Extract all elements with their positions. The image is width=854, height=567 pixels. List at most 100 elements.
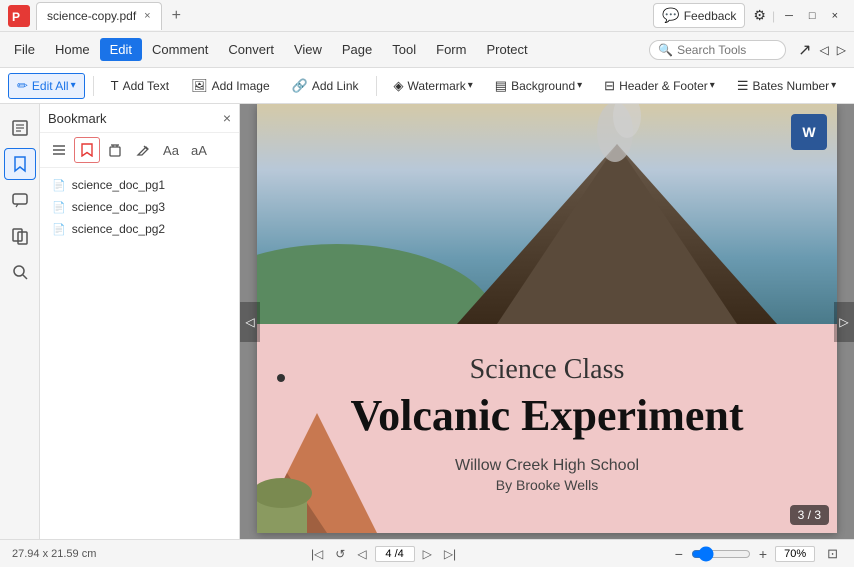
sidebar-icon-pages2[interactable] bbox=[4, 220, 36, 252]
add-tab-button[interactable]: + bbox=[166, 7, 187, 25]
bookmark-item[interactable]: 📄 science_doc_pg1 bbox=[40, 174, 239, 196]
bates-label: Bates Number bbox=[752, 79, 829, 93]
menu-item-form[interactable]: Form bbox=[426, 38, 476, 61]
menu-item-page[interactable]: Page bbox=[332, 38, 382, 61]
menu-item-home[interactable]: Home bbox=[45, 38, 100, 61]
menu-item-tool[interactable]: Tool bbox=[382, 38, 426, 61]
sidebar-icon-comments[interactable] bbox=[4, 184, 36, 216]
bookmark-item[interactable]: 📄 science_doc_pg3 bbox=[40, 196, 239, 218]
pdf-text-section: Science Class Volcanic Experiment Willow… bbox=[257, 324, 837, 533]
pdf-cover-image: W bbox=[257, 104, 837, 324]
separator: | bbox=[770, 9, 777, 23]
menu-item-view[interactable]: View bbox=[284, 38, 332, 61]
bookmark-toolbar: Aa aA bbox=[40, 133, 239, 168]
panel-collapse-button[interactable]: ◁ bbox=[240, 302, 260, 342]
last-page-button[interactable]: ▷| bbox=[440, 545, 460, 563]
settings-icon[interactable]: ⚙ bbox=[749, 7, 770, 24]
feedback-button[interactable]: 💬 Feedback bbox=[653, 3, 745, 28]
bookmark-item-icon: 📄 bbox=[52, 179, 66, 192]
status-bar: 27.94 x 21.59 cm |◁ ↺ ◁ ▷ ▷| − + ⊡ bbox=[0, 539, 854, 567]
bookmark-up-button[interactable]: Aa bbox=[158, 137, 184, 163]
menu-item-convert[interactable]: Convert bbox=[218, 38, 284, 61]
bookmark-item-label: science_doc_pg2 bbox=[72, 222, 165, 236]
toolbar-divider-2 bbox=[376, 76, 377, 96]
watermark-button[interactable]: ◈ Watermark ▾ bbox=[385, 73, 482, 99]
forward-button[interactable]: ▷ bbox=[833, 43, 850, 57]
add-text-label: Add Text bbox=[123, 79, 169, 93]
first-page-button[interactable]: |◁ bbox=[307, 545, 327, 563]
maximize-button[interactable]: □ bbox=[801, 10, 824, 22]
watermark-dropdown-icon: ▾ bbox=[468, 80, 473, 91]
background-button[interactable]: ▤ Background ▾ bbox=[486, 73, 591, 99]
bates-dropdown-icon: ▾ bbox=[831, 80, 836, 91]
menu-bar: File Home Edit Comment Convert View Page… bbox=[0, 32, 854, 68]
add-image-button[interactable]: 🖼 Add Image bbox=[182, 73, 279, 99]
edit-all-label: Edit All bbox=[32, 79, 69, 93]
watermark-label: Watermark bbox=[408, 79, 466, 93]
svg-text:P: P bbox=[12, 10, 20, 24]
back-button[interactable]: ◁ bbox=[816, 43, 833, 57]
toolbar-divider-1 bbox=[93, 76, 94, 96]
sidebar-icon-bookmarks[interactable] bbox=[4, 148, 36, 180]
prev-page-button[interactable]: ◁ bbox=[353, 545, 370, 563]
page-badge: 3 / 3 bbox=[790, 505, 829, 525]
header-footer-dropdown-icon: ▾ bbox=[710, 80, 715, 91]
next-page-button[interactable]: ▷ bbox=[419, 545, 436, 563]
sidebar-icon-pages[interactable] bbox=[4, 112, 36, 144]
header-footer-icon: ⊟ bbox=[604, 78, 615, 94]
word-icon: W bbox=[791, 114, 827, 150]
tab-close-button[interactable]: × bbox=[144, 10, 150, 22]
bookmark-item-icon: 📄 bbox=[52, 223, 66, 236]
tab-label: science-copy.pdf bbox=[47, 9, 136, 23]
bookmark-item[interactable]: 📄 science_doc_pg2 bbox=[40, 218, 239, 240]
menu-item-protect[interactable]: Protect bbox=[476, 38, 537, 61]
header-footer-button[interactable]: ⊟ Header & Footer ▾ bbox=[595, 73, 724, 99]
feedback-label: Feedback bbox=[684, 9, 737, 23]
zoom-out-button[interactable]: − bbox=[671, 544, 687, 564]
bookmark-title: Bookmark bbox=[48, 111, 107, 126]
bookmark-rename-button[interactable] bbox=[130, 137, 156, 163]
fullscreen-button[interactable]: ⊡ bbox=[823, 544, 842, 564]
bates-icon: ☰ bbox=[737, 78, 749, 94]
bookmark-header: Bookmark × bbox=[40, 104, 239, 133]
panel-expand-button[interactable]: ▷ bbox=[834, 302, 854, 342]
page-input[interactable] bbox=[375, 546, 415, 562]
pdf-page: W Science Class Volcanic Experiment Will… bbox=[257, 104, 837, 533]
bookmark-item-label: science_doc_pg1 bbox=[72, 178, 165, 192]
search-box[interactable]: 🔍 bbox=[649, 40, 786, 60]
main-content: Bookmark × Aa aA 📄 science_doc_pg1 bbox=[0, 104, 854, 539]
edit-all-dropdown-icon: ▾ bbox=[71, 80, 76, 91]
toolbar: ✏ Edit All ▾ T Add Text 🖼 Add Image 🔗 Ad… bbox=[0, 68, 854, 104]
share-button[interactable]: ↗ bbox=[794, 40, 815, 60]
close-button[interactable]: × bbox=[824, 10, 846, 22]
page-dimensions: 27.94 x 21.59 cm bbox=[12, 548, 96, 560]
bookmark-delete-button[interactable] bbox=[102, 137, 128, 163]
background-icon: ▤ bbox=[495, 78, 507, 94]
watermark-icon: ◈ bbox=[394, 78, 404, 94]
menu-item-file[interactable]: File bbox=[4, 38, 45, 61]
rotate-button[interactable]: ↺ bbox=[331, 545, 349, 563]
add-link-button[interactable]: 🔗 Add Link bbox=[283, 73, 368, 99]
pdf-tab[interactable]: science-copy.pdf × bbox=[36, 2, 162, 30]
zoom-input[interactable] bbox=[775, 546, 815, 562]
zoom-slider[interactable] bbox=[691, 546, 751, 562]
menu-item-edit[interactable]: Edit bbox=[100, 38, 142, 61]
bookmark-add-button[interactable] bbox=[74, 137, 100, 163]
search-input[interactable] bbox=[677, 43, 777, 57]
app-icon: P bbox=[8, 5, 30, 27]
menu-item-comment[interactable]: Comment bbox=[142, 38, 218, 61]
bookmark-close-button[interactable]: × bbox=[223, 110, 231, 126]
minimize-button[interactable]: ─ bbox=[777, 10, 801, 22]
sidebar-icon-search[interactable] bbox=[4, 256, 36, 288]
bookmark-text-button[interactable]: aA bbox=[186, 137, 212, 163]
bates-number-button[interactable]: ☰ Bates Number ▾ bbox=[728, 73, 845, 99]
bookmark-menu-button[interactable] bbox=[46, 137, 72, 163]
bookmark-panel: Bookmark × Aa aA 📄 science_doc_pg1 bbox=[40, 104, 240, 539]
add-link-label: Add Link bbox=[312, 79, 359, 93]
bookmark-item-label: science_doc_pg3 bbox=[72, 200, 165, 214]
add-text-button[interactable]: T Add Text bbox=[102, 73, 178, 98]
edit-all-button[interactable]: ✏ Edit All ▾ bbox=[8, 73, 85, 99]
zoom-in-button[interactable]: + bbox=[755, 544, 771, 564]
bookmark-list: 📄 science_doc_pg1 📄 science_doc_pg3 📄 sc… bbox=[40, 168, 239, 539]
icon-sidebar bbox=[0, 104, 40, 539]
